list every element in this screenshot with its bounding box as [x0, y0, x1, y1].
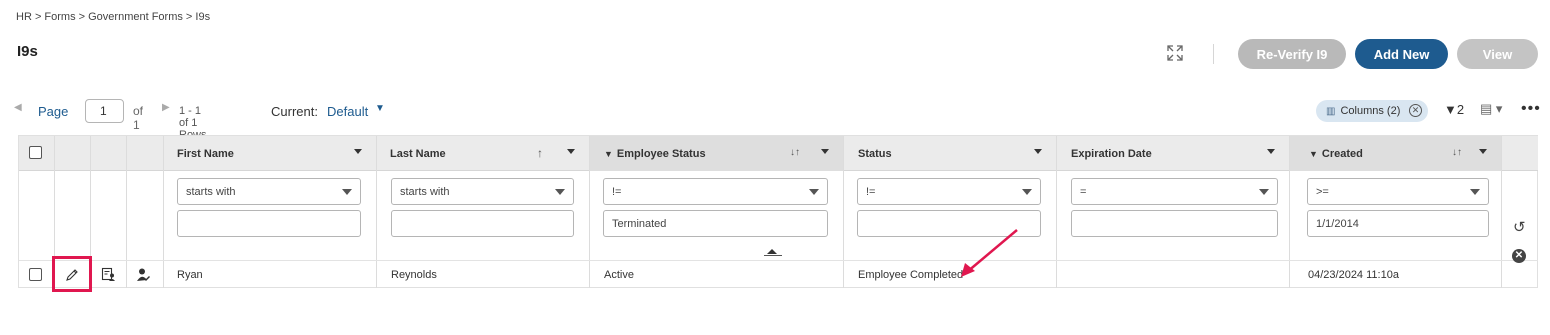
first-name-filter-input[interactable]	[177, 210, 361, 237]
close-icon[interactable]: ✕	[1409, 104, 1422, 117]
column-header-label: Expiration Date	[1071, 147, 1152, 160]
chevron-down-icon	[1259, 189, 1269, 195]
previous-page-icon[interactable]: ◀	[14, 102, 22, 113]
collapse-filter-underline	[764, 255, 782, 256]
user-edit-icon[interactable]	[136, 267, 151, 282]
columns-chip[interactable]: ▥ Columns (2) ✕	[1316, 100, 1428, 122]
created-filter-input[interactable]: 1/1/2014	[1307, 210, 1489, 237]
column-header-status[interactable]: Status	[844, 136, 1056, 171]
filter-operator-value: =	[1080, 185, 1087, 198]
filter-operator-value: starts with	[400, 185, 450, 198]
columns-icon: ▥	[1326, 105, 1336, 117]
page-count-label: of 1	[133, 104, 144, 132]
filter-operator-value: starts with	[186, 185, 236, 198]
cell-created: 04/23/2024 11:10a	[1308, 268, 1399, 281]
column-header-employee-status[interactable]: ▼ Employee Status ↓↑	[590, 136, 843, 171]
chevron-down-icon[interactable]	[1034, 149, 1042, 154]
chevron-down-icon[interactable]: ▼	[375, 103, 385, 114]
reverify-i9-button[interactable]: Re-Verify I9	[1238, 39, 1346, 69]
column-header-label: Created	[1321, 147, 1363, 160]
reset-filters-icon[interactable]: ↺	[1513, 218, 1526, 236]
cell-first-name: Ryan	[177, 268, 203, 281]
filter-operator-value: !=	[612, 185, 622, 198]
chevron-down-icon[interactable]	[354, 149, 362, 154]
add-new-button[interactable]: Add New	[1355, 39, 1448, 69]
page-title: I9s	[17, 43, 38, 60]
chevron-down-icon	[1470, 189, 1480, 195]
row-checkbox[interactable]	[29, 268, 42, 281]
select-all-checkbox[interactable]	[29, 146, 42, 159]
column-header-label: Status	[858, 147, 892, 160]
last-name-filter-operator[interactable]: starts with	[391, 178, 574, 205]
chevron-down-icon[interactable]	[567, 149, 575, 154]
chevron-down-icon[interactable]	[1479, 149, 1487, 154]
filter-row: starts with starts with != Terminated !=…	[19, 171, 1538, 263]
chevron-down-icon	[342, 189, 352, 195]
filter-count-value: 2	[1456, 102, 1465, 117]
filter-operator-value: !=	[866, 185, 876, 198]
annotation-arrow-icon	[961, 229, 1018, 277]
view-button[interactable]: View	[1457, 39, 1538, 69]
column-header-first-name[interactable]: First Name	[164, 136, 376, 171]
data-grid: First Name Last Name ↑ ▼ Employee Status…	[18, 135, 1538, 288]
employee-status-filter-operator[interactable]: !=	[603, 178, 828, 205]
employee-status-filter-input[interactable]: Terminated	[603, 210, 828, 237]
sort-ascending-icon[interactable]: ↑	[537, 146, 543, 160]
cell-employee-status: Active	[604, 268, 634, 281]
funnel-icon: ▼	[1444, 102, 1457, 117]
column-header-last-name[interactable]: Last Name ↑	[377, 136, 589, 171]
column-header-label: Employee Status	[616, 147, 706, 160]
chevron-down-icon	[555, 189, 565, 195]
column-header-label: Last Name	[390, 147, 446, 160]
funnel-icon: ▼	[604, 148, 613, 159]
expiration-date-filter-input[interactable]	[1071, 210, 1278, 237]
chevron-down-icon[interactable]	[1267, 149, 1275, 154]
column-header-expiration-date[interactable]: Expiration Date	[1057, 136, 1289, 171]
status-filter-operator[interactable]: !=	[857, 178, 1041, 205]
current-view-label: Current:	[271, 104, 318, 119]
created-filter-operator[interactable]: >=	[1307, 178, 1489, 205]
page-number-input[interactable]	[85, 99, 124, 123]
filter-operator-value: >=	[1316, 185, 1329, 198]
next-page-icon[interactable]: ▶	[162, 102, 170, 113]
funnel-icon: ▼	[1309, 148, 1318, 159]
cell-last-name: Reynolds	[391, 268, 437, 281]
more-options-icon[interactable]: •••	[1521, 100, 1541, 118]
collapse-filter-icon[interactable]	[767, 249, 777, 254]
cell-expiration-date	[1071, 261, 1281, 288]
last-name-filter-input[interactable]	[391, 210, 574, 237]
column-header-created[interactable]: ▼ Created ↓↑	[1290, 136, 1501, 171]
sort-icon[interactable]: ↓↑	[790, 147, 800, 158]
breadcrumb: HR > Forms > Government Forms > I9s	[16, 11, 211, 23]
page-label: Page	[38, 104, 69, 119]
current-view-dropdown[interactable]: Default	[327, 104, 368, 119]
column-header-label: First Name	[177, 147, 234, 160]
columns-chip-label: Columns (2)	[1340, 105, 1401, 117]
filter-count[interactable]: ▼2	[1444, 102, 1464, 117]
expiration-date-filter-operator[interactable]: =	[1071, 178, 1278, 205]
export-file-icon[interactable]: ▤ ▾	[1480, 101, 1502, 117]
highlight-box	[52, 256, 92, 292]
expand-arrows-icon[interactable]	[1165, 43, 1185, 63]
chevron-down-icon	[1022, 189, 1032, 195]
chevron-down-icon[interactable]	[821, 149, 829, 154]
sort-icon[interactable]: ↓↑	[1452, 147, 1462, 158]
first-name-filter-operator[interactable]: starts with	[177, 178, 361, 205]
toolbar-divider	[1213, 44, 1214, 64]
view-document-user-icon[interactable]	[101, 267, 116, 282]
chevron-down-icon	[809, 189, 819, 195]
table-row[interactable]: Ryan Reynolds Active Employee Completed …	[19, 261, 1538, 288]
grid-header: First Name Last Name ↑ ▼ Employee Status…	[19, 136, 1538, 171]
